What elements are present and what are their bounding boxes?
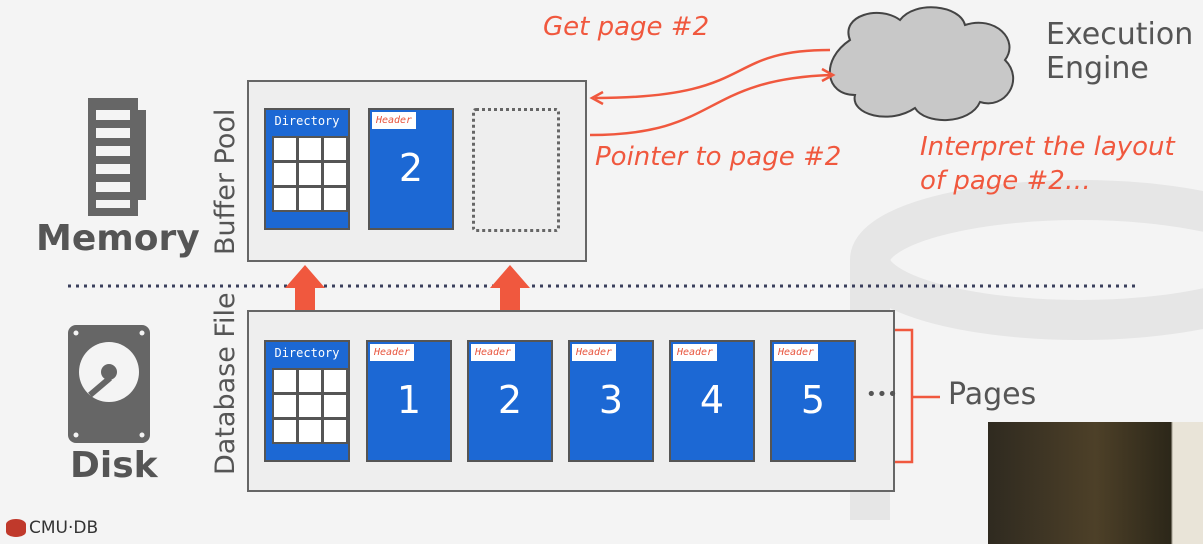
execution-engine-label: Execution Engine: [1046, 17, 1194, 86]
hard-disk-icon: [68, 325, 150, 443]
page-header: Header: [372, 112, 416, 129]
get-page-annotation: Get page #2: [543, 12, 710, 42]
cloud-icon: [828, 6, 1015, 121]
cmu-db-logo: CMU·DB: [6, 518, 98, 538]
empty-frame: [472, 108, 560, 232]
directory-page: Directory: [264, 340, 350, 462]
request-arrow-icon: [589, 48, 836, 137]
disk-page: Header 4: [669, 340, 755, 462]
page-header: Header: [471, 344, 515, 361]
disk-page: Header 2: [467, 340, 553, 462]
page-number: 2: [398, 146, 424, 190]
directory-page: Directory: [264, 108, 350, 230]
database-logo-icon: [6, 519, 26, 537]
page-number: 1: [396, 378, 422, 422]
page-header: Header: [673, 344, 717, 361]
page-number: 4: [699, 378, 725, 422]
interpret-annotation: Interpret the layout of page #2…: [920, 132, 1175, 196]
disk-page: Header 5: [770, 340, 856, 462]
directory-label: Directory: [274, 114, 340, 128]
directory-label: Directory: [274, 346, 340, 360]
page-number: 3: [598, 378, 624, 422]
page-header: Header: [370, 344, 414, 361]
page-number: 5: [800, 378, 826, 422]
page-header: Header: [572, 344, 616, 361]
ellipsis: •••: [866, 384, 898, 405]
buffer-pool-label: Buffer Pool: [210, 108, 241, 255]
page-number: 2: [497, 378, 523, 422]
disk-page: Header 3: [568, 340, 654, 462]
speaker-video-inset: [988, 422, 1203, 544]
database-file-label: Database File: [210, 292, 241, 475]
buffer-page: Header 2: [368, 108, 454, 230]
disk-label: Disk: [70, 445, 158, 486]
disk-page: Header 1: [366, 340, 452, 462]
memory-label: Memory: [36, 218, 200, 259]
page-header: Header: [774, 344, 818, 361]
memory-icon: [88, 98, 146, 216]
pointer-annotation: Pointer to page #2: [595, 142, 842, 172]
pages-label: Pages: [948, 377, 1037, 412]
